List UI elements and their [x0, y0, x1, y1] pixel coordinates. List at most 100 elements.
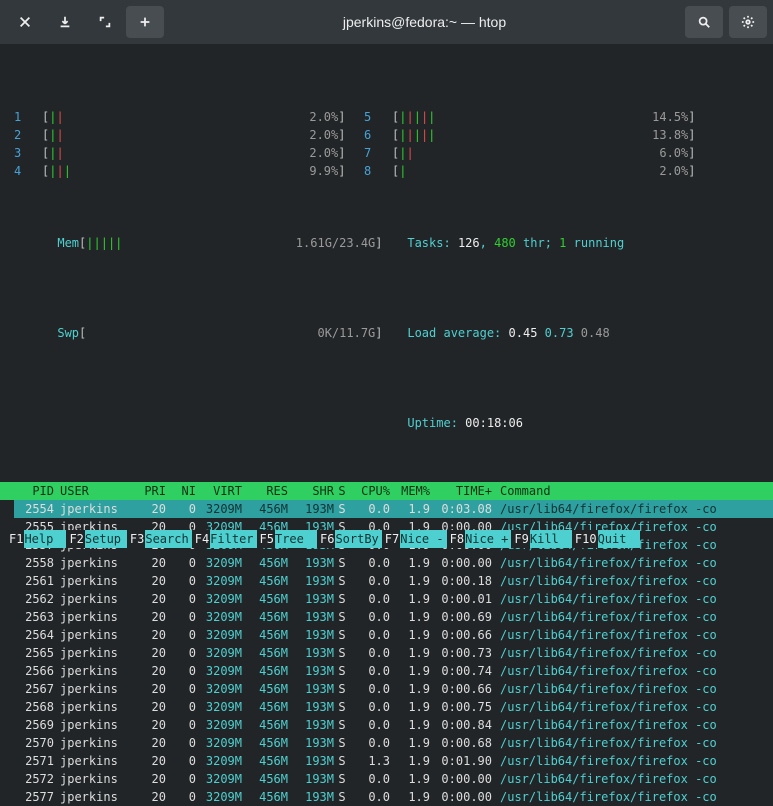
- cell-time: 0:00.69: [430, 608, 498, 626]
- cpu-meter: 5[||||| 14.5%]: [364, 108, 759, 126]
- cell-res: 456M: [242, 608, 288, 626]
- process-row[interactable]: 2567 jperkins 20 0 3209M 456M 193M S 0.0…: [14, 680, 773, 698]
- cell-cpu: 0.0: [350, 716, 390, 734]
- process-table-header[interactable]: PID USER PRI NI VIRT RES SHR S CPU% MEM%…: [0, 482, 773, 500]
- fullscreen-button[interactable]: [86, 6, 124, 38]
- settings-button[interactable]: [729, 6, 767, 38]
- cell-shr: 193M: [288, 680, 334, 698]
- cell-ni: 0: [166, 680, 196, 698]
- process-row[interactable]: 2570 jperkins 20 0 3209M 456M 193M S 0.0…: [14, 734, 773, 752]
- cell-mem: 1.9: [390, 752, 430, 770]
- col-state[interactable]: S: [334, 482, 350, 500]
- process-row[interactable]: 2565 jperkins 20 0 3209M 456M 193M S 0.0…: [14, 644, 773, 662]
- mem-label: Mem: [57, 236, 79, 250]
- cell-res: 456M: [242, 770, 288, 788]
- col-ni[interactable]: NI: [166, 482, 196, 500]
- col-pri[interactable]: PRI: [130, 482, 166, 500]
- fkey-action[interactable]: Filter: [210, 530, 256, 548]
- cell-cpu: 0.0: [350, 662, 390, 680]
- cell-cpu: 0.0: [350, 626, 390, 644]
- close-tab-button[interactable]: [6, 6, 44, 38]
- cell-state: S: [334, 608, 350, 626]
- process-row[interactable]: 2577 jperkins 20 0 3209M 456M 193M S 0.0…: [14, 788, 773, 806]
- cell-state: S: [334, 662, 350, 680]
- cell-pri: 20: [130, 626, 166, 644]
- fkey-action[interactable]: Nice -: [400, 530, 446, 548]
- fkey-action[interactable]: Tree: [275, 530, 317, 548]
- col-shr[interactable]: SHR: [288, 482, 334, 500]
- cell-virt: 3209M: [196, 500, 242, 518]
- cell-command: /usr/lib64/firefox/firefox -co: [498, 698, 773, 716]
- cell-command: /usr/lib64/firefox/firefox -co: [498, 572, 773, 590]
- download-button[interactable]: [46, 6, 84, 38]
- cell-pri: 20: [130, 572, 166, 590]
- fkey-action[interactable]: Kill: [530, 530, 572, 548]
- col-time[interactable]: TIME+: [430, 482, 498, 500]
- cell-cpu: 0.0: [350, 788, 390, 806]
- process-row[interactable]: 2572 jperkins 20 0 3209M 456M 193M S 0.0…: [14, 770, 773, 788]
- cell-command: /usr/lib64/firefox/firefox -co: [498, 626, 773, 644]
- fkey-action[interactable]: Help: [24, 530, 66, 548]
- cell-time: 0:01.90: [430, 752, 498, 770]
- cell-ni: 0: [166, 752, 196, 770]
- cell-mem: 1.9: [390, 734, 430, 752]
- cell-pri: 20: [130, 608, 166, 626]
- cell-time: 0:03.08: [430, 500, 498, 518]
- cell-user: jperkins: [60, 734, 130, 752]
- col-res[interactable]: RES: [242, 482, 288, 500]
- col-user[interactable]: USER: [60, 482, 130, 500]
- htop-meters: 1[|| 2.0%]2[|| 2.0%]3[|| 2.0%]4[||| 9.9%…: [0, 44, 773, 468]
- cell-shr: 193M: [288, 734, 334, 752]
- col-cpu[interactable]: CPU%: [350, 482, 390, 500]
- cell-state: S: [334, 734, 350, 752]
- process-row[interactable]: 2562 jperkins 20 0 3209M 456M 193M S 0.0…: [14, 590, 773, 608]
- process-row[interactable]: 2564 jperkins 20 0 3209M 456M 193M S 0.0…: [14, 626, 773, 644]
- fkey-action[interactable]: Setup: [85, 530, 127, 548]
- cell-command: /usr/lib64/firefox/firefox -co: [498, 590, 773, 608]
- cpu-meter: 6[||||| 13.8%]: [364, 126, 759, 144]
- cell-state: S: [334, 500, 350, 518]
- fkey-action[interactable]: Search: [145, 530, 191, 548]
- function-key-bar: F1HelpF2SetupF3SearchF4FilterF5TreeF6Sor…: [0, 530, 773, 548]
- cell-pid: 2570: [14, 734, 60, 752]
- uptime-value: 00:18:06: [465, 416, 523, 430]
- window-title: jperkins@fedora:~ — htop: [166, 14, 683, 30]
- cell-command: /usr/lib64/firefox/firefox -co: [498, 788, 773, 806]
- process-row[interactable]: 2571 jperkins 20 0 3209M 456M 193M S 1.3…: [14, 752, 773, 770]
- fkey-action[interactable]: SortBy: [335, 530, 381, 548]
- fkey-action[interactable]: Quit: [598, 530, 640, 548]
- cell-pid: 2563: [14, 608, 60, 626]
- cell-ni: 0: [166, 662, 196, 680]
- cell-pri: 20: [130, 788, 166, 806]
- cell-virt: 3209M: [196, 608, 242, 626]
- cell-res: 456M: [242, 500, 288, 518]
- cell-command: /usr/lib64/firefox/firefox -co: [498, 644, 773, 662]
- cell-time: 0:00.01: [430, 590, 498, 608]
- cell-time: 0:00.66: [430, 626, 498, 644]
- process-row[interactable]: 2568 jperkins 20 0 3209M 456M 193M S 0.0…: [14, 698, 773, 716]
- cell-time: 0:00.66: [430, 680, 498, 698]
- process-row[interactable]: 2566 jperkins 20 0 3209M 456M 193M S 0.0…: [14, 662, 773, 680]
- search-button[interactable]: [685, 6, 723, 38]
- cell-time: 0:00.00: [430, 770, 498, 788]
- fkey-action[interactable]: Nice +: [465, 530, 511, 548]
- cell-shr: 193M: [288, 554, 334, 572]
- process-row[interactable]: 2569 jperkins 20 0 3209M 456M 193M S 0.0…: [14, 716, 773, 734]
- new-tab-button[interactable]: [126, 6, 164, 38]
- cell-time: 0:00.00: [430, 554, 498, 572]
- cell-pri: 20: [130, 644, 166, 662]
- cell-pri: 20: [130, 716, 166, 734]
- col-mem[interactable]: MEM%: [390, 482, 430, 500]
- process-row[interactable]: 2561 jperkins 20 0 3209M 456M 193M S 0.0…: [14, 572, 773, 590]
- col-pid[interactable]: PID: [14, 482, 60, 500]
- col-command[interactable]: Command: [498, 482, 773, 500]
- col-virt[interactable]: VIRT: [196, 482, 242, 500]
- cell-user: jperkins: [60, 680, 130, 698]
- process-row[interactable]: 2554 jperkins 20 0 3209M 456M 193M S 0.0…: [14, 500, 773, 518]
- cell-res: 456M: [242, 680, 288, 698]
- process-row[interactable]: 2563 jperkins 20 0 3209M 456M 193M S 0.0…: [14, 608, 773, 626]
- cell-virt: 3209M: [196, 698, 242, 716]
- cell-cpu: 0.0: [350, 770, 390, 788]
- cell-virt: 3209M: [196, 590, 242, 608]
- process-row[interactable]: 2558 jperkins 20 0 3209M 456M 193M S 0.0…: [14, 554, 773, 572]
